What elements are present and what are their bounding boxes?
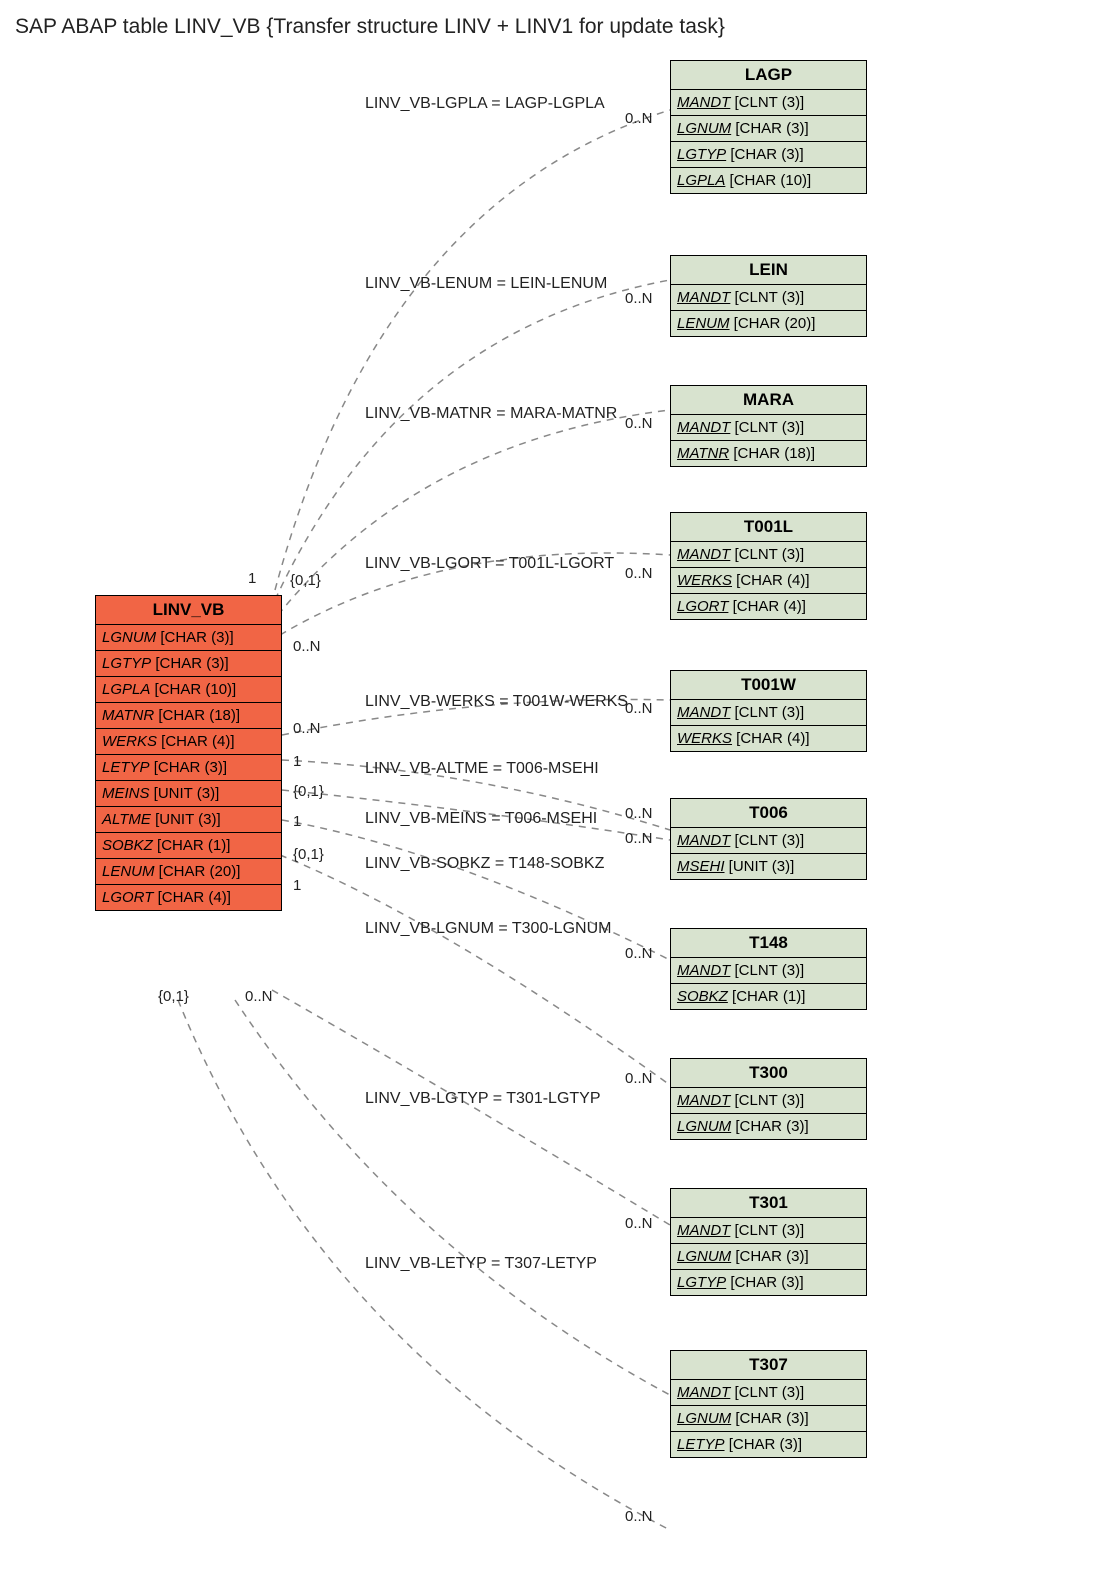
field-lgtyp: LGTYP [CHAR (3)] bbox=[96, 651, 281, 677]
field-lgort: LGORT [CHAR (4)] bbox=[96, 885, 281, 910]
card-right: 0..N bbox=[625, 415, 653, 432]
entity-t307: T307MANDT [CLNT (3)]LGNUM [CHAR (3)]LETY… bbox=[670, 1350, 867, 1458]
entity-header: T301 bbox=[671, 1189, 866, 1218]
card-right: 0..N bbox=[625, 805, 653, 822]
field-lgnum: LGNUM [CHAR (3)] bbox=[671, 1114, 866, 1139]
card-right: 0..N bbox=[625, 290, 653, 307]
field-mandt: MANDT [CLNT (3)] bbox=[671, 90, 866, 116]
card-left: 1 bbox=[293, 753, 301, 770]
relation-label: LINV_VB-MEINS = T006-MSEHI bbox=[365, 810, 597, 828]
card-right: 0..N bbox=[625, 565, 653, 582]
relation-label: LINV_VB-WERKS = T001W-WERKS bbox=[365, 693, 628, 711]
card-right: 0..N bbox=[625, 1508, 653, 1525]
field-lgnum: LGNUM [CHAR (3)] bbox=[671, 116, 866, 142]
field-lgnum: LGNUM [CHAR (3)] bbox=[96, 625, 281, 651]
field-msehi: MSEHI [UNIT (3)] bbox=[671, 854, 866, 879]
entity-header: MARA bbox=[671, 386, 866, 415]
entity-header: LINV_VB bbox=[96, 596, 281, 625]
field-lgpla: LGPLA [CHAR (10)] bbox=[96, 677, 281, 703]
field-lgnum: LGNUM [CHAR (3)] bbox=[671, 1406, 866, 1432]
card-left: 0..N bbox=[245, 988, 273, 1005]
card-left: 1 bbox=[293, 877, 301, 894]
field-werks: WERKS [CHAR (4)] bbox=[671, 568, 866, 594]
field-mandt: MANDT [CLNT (3)] bbox=[671, 415, 866, 441]
field-mandt: MANDT [CLNT (3)] bbox=[671, 958, 866, 984]
entity-header: T300 bbox=[671, 1059, 866, 1088]
field-matnr: MATNR [CHAR (18)] bbox=[671, 441, 866, 466]
field-lgtyp: LGTYP [CHAR (3)] bbox=[671, 142, 866, 168]
relation-label: LINV_VB-LETYP = T307-LETYP bbox=[365, 1255, 597, 1273]
entity-t148: T148MANDT [CLNT (3)]SOBKZ [CHAR (1)] bbox=[670, 928, 867, 1010]
entity-lagp: LAGPMANDT [CLNT (3)]LGNUM [CHAR (3)]LGTY… bbox=[670, 60, 867, 194]
field-lenum: LENUM [CHAR (20)] bbox=[96, 859, 281, 885]
relation-label: LINV_VB-LGNUM = T300-LGNUM bbox=[365, 920, 611, 938]
relation-label: LINV_VB-MATNR = MARA-MATNR bbox=[365, 405, 617, 423]
field-werks: WERKS [CHAR (4)] bbox=[671, 726, 866, 751]
card-left: {0,1} bbox=[293, 846, 324, 863]
field-meins: MEINS [UNIT (3)] bbox=[96, 781, 281, 807]
entity-t006: T006MANDT [CLNT (3)]MSEHI [UNIT (3)] bbox=[670, 798, 867, 880]
card-left: {0,1} bbox=[293, 783, 324, 800]
field-mandt: MANDT [CLNT (3)] bbox=[671, 1218, 866, 1244]
entity-t001l: T001LMANDT [CLNT (3)]WERKS [CHAR (4)]LGO… bbox=[670, 512, 867, 620]
card-left: 0..N bbox=[293, 720, 321, 737]
entity-mara: MARAMANDT [CLNT (3)]MATNR [CHAR (18)] bbox=[670, 385, 867, 467]
field-lenum: LENUM [CHAR (20)] bbox=[671, 311, 866, 336]
entity-lein: LEINMANDT [CLNT (3)]LENUM [CHAR (20)] bbox=[670, 255, 867, 337]
entity-header: T001L bbox=[671, 513, 866, 542]
relation-label: LINV_VB-LGTYP = T301-LGTYP bbox=[365, 1090, 601, 1108]
field-sobkz: SOBKZ [CHAR (1)] bbox=[671, 984, 866, 1009]
entity-header: T001W bbox=[671, 671, 866, 700]
card-right: 0..N bbox=[625, 700, 653, 717]
relation-label: LINV_VB-SOBKZ = T148-SOBKZ bbox=[365, 855, 604, 873]
field-mandt: MANDT [CLNT (3)] bbox=[671, 1088, 866, 1114]
field-lgtyp: LGTYP [CHAR (3)] bbox=[671, 1270, 866, 1295]
card-left: 1 bbox=[293, 813, 301, 830]
entity-header: LEIN bbox=[671, 256, 866, 285]
card-right: 0..N bbox=[625, 110, 653, 127]
entity-header: LAGP bbox=[671, 61, 866, 90]
field-mandt: MANDT [CLNT (3)] bbox=[671, 542, 866, 568]
card-left: {0,1} bbox=[290, 572, 321, 589]
field-sobkz: SOBKZ [CHAR (1)] bbox=[96, 833, 281, 859]
field-mandt: MANDT [CLNT (3)] bbox=[671, 285, 866, 311]
card-right: 0..N bbox=[625, 1070, 653, 1087]
field-werks: WERKS [CHAR (4)] bbox=[96, 729, 281, 755]
card-left: 1 bbox=[248, 570, 256, 587]
relation-label: LINV_VB-LENUM = LEIN-LENUM bbox=[365, 275, 607, 293]
relation-label: LINV_VB-LGORT = T001L-LGORT bbox=[365, 555, 614, 573]
field-mandt: MANDT [CLNT (3)] bbox=[671, 1380, 866, 1406]
card-left: {0,1} bbox=[158, 988, 189, 1005]
field-mandt: MANDT [CLNT (3)] bbox=[671, 828, 866, 854]
entity-t300: T300MANDT [CLNT (3)]LGNUM [CHAR (3)] bbox=[670, 1058, 867, 1140]
field-lgort: LGORT [CHAR (4)] bbox=[671, 594, 866, 619]
field-letyp: LETYP [CHAR (3)] bbox=[96, 755, 281, 781]
card-left: 0..N bbox=[293, 638, 321, 655]
entity-linv-vb: LINV_VB LGNUM [CHAR (3)]LGTYP [CHAR (3)]… bbox=[95, 595, 282, 911]
field-letyp: LETYP [CHAR (3)] bbox=[671, 1432, 866, 1457]
entity-header: T148 bbox=[671, 929, 866, 958]
relation-label: LINV_VB-LGPLA = LAGP-LGPLA bbox=[365, 95, 605, 113]
field-matnr: MATNR [CHAR (18)] bbox=[96, 703, 281, 729]
card-right: 0..N bbox=[625, 830, 653, 847]
entity-t001w: T001WMANDT [CLNT (3)]WERKS [CHAR (4)] bbox=[670, 670, 867, 752]
page-title: SAP ABAP table LINV_VB {Transfer structu… bbox=[15, 15, 725, 39]
field-lgnum: LGNUM [CHAR (3)] bbox=[671, 1244, 866, 1270]
field-altme: ALTME [UNIT (3)] bbox=[96, 807, 281, 833]
card-right: 0..N bbox=[625, 1215, 653, 1232]
field-lgpla: LGPLA [CHAR (10)] bbox=[671, 168, 866, 193]
card-right: 0..N bbox=[625, 945, 653, 962]
entity-t301: T301MANDT [CLNT (3)]LGNUM [CHAR (3)]LGTY… bbox=[670, 1188, 867, 1296]
entity-header: T307 bbox=[671, 1351, 866, 1380]
relation-label: LINV_VB-ALTME = T006-MSEHI bbox=[365, 760, 599, 778]
field-mandt: MANDT [CLNT (3)] bbox=[671, 700, 866, 726]
entity-header: T006 bbox=[671, 799, 866, 828]
